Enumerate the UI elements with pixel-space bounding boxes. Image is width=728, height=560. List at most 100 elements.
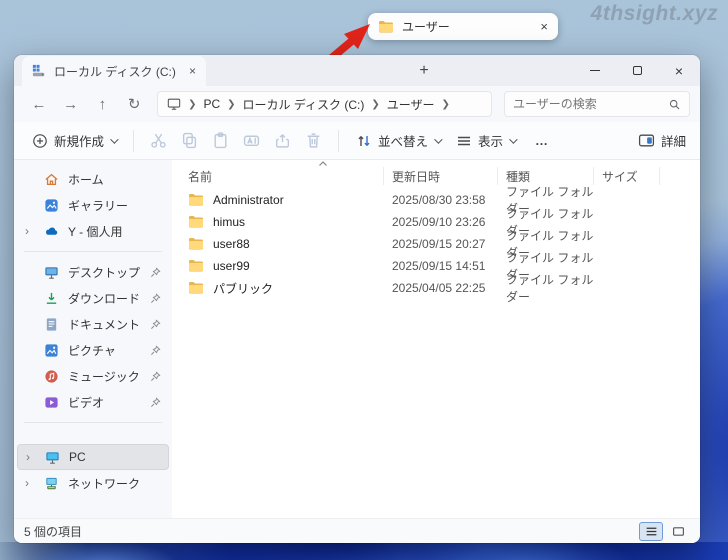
sidebar-label: ビデオ xyxy=(68,395,105,410)
item-count: 5 個の項目 xyxy=(24,524,83,539)
sidebar-separator xyxy=(24,422,162,423)
more-options-button[interactable]: … xyxy=(523,133,562,148)
view-label: 表示 xyxy=(478,135,504,149)
sidebar-item-desktop[interactable]: デスクトップ xyxy=(17,259,169,285)
breadcrumb-local-disk[interactable]: ローカル ディスク (C:) xyxy=(243,96,365,113)
sidebar-item-onedrive-personal[interactable]: › Y - 個人用 xyxy=(17,218,169,244)
toolbar-divider xyxy=(133,129,135,152)
sidebar-item-pc[interactable]: › PC xyxy=(17,444,169,470)
close-button[interactable]: × xyxy=(658,55,700,86)
tab-label: ローカル ディスク (C:) xyxy=(54,64,176,79)
file-name: user88 xyxy=(213,237,250,251)
sort-ascending-icon xyxy=(318,160,328,168)
file-name: himus xyxy=(213,215,246,229)
address-bar: ← → ↑ ↻ ❯ PC ❯ ローカル ディスク (C:) ❯ ユーザー ❯ xyxy=(14,86,700,122)
file-name: user99 xyxy=(213,259,250,273)
command-toolbar: 新規作成 並べ替え 表示 … 詳細 xyxy=(14,122,700,160)
file-row-user88[interactable]: user88 2025/09/15 20:27 ファイル フォルダー xyxy=(172,229,700,260)
file-date: 2025/04/05 22:25 xyxy=(392,281,486,295)
maximize-button[interactable] xyxy=(616,55,658,86)
pin-icon xyxy=(150,397,161,408)
column-header-date[interactable]: 更新日時 xyxy=(384,167,498,185)
chevron-down-icon xyxy=(434,134,443,144)
search-icon xyxy=(668,98,681,111)
search-input[interactable] xyxy=(513,97,668,111)
file-row-user99[interactable]: user99 2025/09/15 14:51 ファイル フォルダー xyxy=(172,251,700,282)
pc-icon xyxy=(45,450,60,465)
sidebar-item-videos[interactable]: ビデオ xyxy=(17,389,169,415)
sort-button[interactable]: 並べ替え xyxy=(348,126,448,156)
sort-label: 並べ替え xyxy=(378,135,429,149)
chevron-expand-icon[interactable]: › xyxy=(25,477,29,489)
navigation-pane: ホーム ギャラリー › Y - 個人用 デスクトップ ダウンロード ドキュメント… xyxy=(14,160,172,518)
copy-button[interactable] xyxy=(174,126,205,156)
large-icons-view-button[interactable] xyxy=(666,522,690,541)
toolbar-divider xyxy=(338,129,340,152)
details-view-button[interactable] xyxy=(639,521,663,541)
delete-button[interactable] xyxy=(298,126,329,156)
sidebar-label: ピクチャ xyxy=(68,343,116,358)
folder-icon xyxy=(188,280,204,296)
forward-button[interactable]: → xyxy=(56,89,86,119)
share-button[interactable] xyxy=(267,126,298,156)
chevron-down-icon xyxy=(509,134,518,144)
sidebar-item-network[interactable]: › ネットワーク xyxy=(17,470,169,496)
folder-icon xyxy=(188,214,204,230)
sidebar-item-pictures[interactable]: ピクチャ xyxy=(17,337,169,363)
minimize-button[interactable] xyxy=(574,55,616,86)
search-box[interactable] xyxy=(504,91,690,117)
column-headers: 名前 更新日時 種類 サイズ xyxy=(172,161,700,189)
new-tab-button[interactable]: + xyxy=(412,59,436,83)
file-name: Administrator xyxy=(213,193,284,207)
rename-button[interactable] xyxy=(236,126,267,156)
sidebar-label: PC xyxy=(69,450,86,464)
view-list-icon xyxy=(456,133,472,149)
floating-tab-users[interactable]: ユーザー × xyxy=(368,13,558,40)
view-toggles xyxy=(639,521,690,541)
breadcrumb-users[interactable]: ユーザー xyxy=(387,96,435,113)
cut-button[interactable] xyxy=(143,126,174,156)
file-date: 2025/09/15 20:27 xyxy=(392,237,486,251)
chevron-expand-icon[interactable]: › xyxy=(26,451,30,463)
sidebar-label: ミュージック xyxy=(68,369,140,384)
home-icon xyxy=(44,172,59,187)
back-button[interactable]: ← xyxy=(24,89,54,119)
chevron-expand-icon[interactable]: › xyxy=(25,225,29,237)
file-row-administrator[interactable]: Administrator 2025/08/30 23:58 ファイル フォルダ… xyxy=(172,185,700,216)
file-rows: Administrator 2025/08/30 23:58 ファイル フォルダ… xyxy=(172,185,700,304)
column-header-name[interactable]: 名前 xyxy=(172,161,384,185)
breadcrumb-pc[interactable]: PC xyxy=(203,97,220,111)
sidebar-item-documents[interactable]: ドキュメント xyxy=(17,311,169,337)
up-button[interactable]: ↑ xyxy=(88,89,118,119)
breadcrumb[interactable]: ❯ PC ❯ ローカル ディスク (C:) ❯ ユーザー ❯ xyxy=(157,91,492,117)
folder-icon xyxy=(188,192,204,208)
sidebar-item-downloads[interactable]: ダウンロード xyxy=(17,285,169,311)
network-icon xyxy=(44,476,59,491)
refresh-button[interactable]: ↻ xyxy=(119,89,149,119)
new-item-button[interactable]: 新規作成 xyxy=(24,126,124,156)
watermark: 4thsight.xyz xyxy=(590,2,718,25)
view-button[interactable]: 表示 xyxy=(448,126,523,156)
pin-icon xyxy=(150,319,161,330)
downloads-icon xyxy=(44,291,59,306)
sidebar-item-home[interactable]: ホーム xyxy=(17,166,169,192)
chevron-down-icon xyxy=(110,134,119,144)
file-type: ファイル フォルダー xyxy=(506,273,594,304)
onedrive-icon xyxy=(44,224,59,239)
tab-local-disk-c[interactable]: ローカル ディスク (C:) × xyxy=(22,56,206,86)
chevron-right-icon: ❯ xyxy=(441,98,450,110)
plus-circle-icon xyxy=(32,133,48,149)
sidebar-item-gallery[interactable]: ギャラリー xyxy=(17,192,169,218)
sidebar-label: ドキュメント xyxy=(68,317,141,332)
file-row-himus[interactable]: himus 2025/09/10 23:26 ファイル フォルダー xyxy=(172,207,700,238)
main-area: ホーム ギャラリー › Y - 個人用 デスクトップ ダウンロード ドキュメント… xyxy=(14,160,700,518)
paste-button[interactable] xyxy=(205,126,236,156)
details-pane-button[interactable]: 詳細 xyxy=(634,131,690,150)
file-row-public[interactable]: パブリック 2025/04/05 22:25 ファイル フォルダー xyxy=(172,273,700,304)
close-icon[interactable]: × xyxy=(540,20,548,33)
sidebar-label: ギャラリー xyxy=(68,198,129,213)
sidebar-item-music[interactable]: ミュージック xyxy=(17,363,169,389)
sidebar-label: ホーム xyxy=(68,172,104,187)
tab-close-icon[interactable]: × xyxy=(189,65,196,77)
column-header-size[interactable]: サイズ xyxy=(594,167,660,185)
